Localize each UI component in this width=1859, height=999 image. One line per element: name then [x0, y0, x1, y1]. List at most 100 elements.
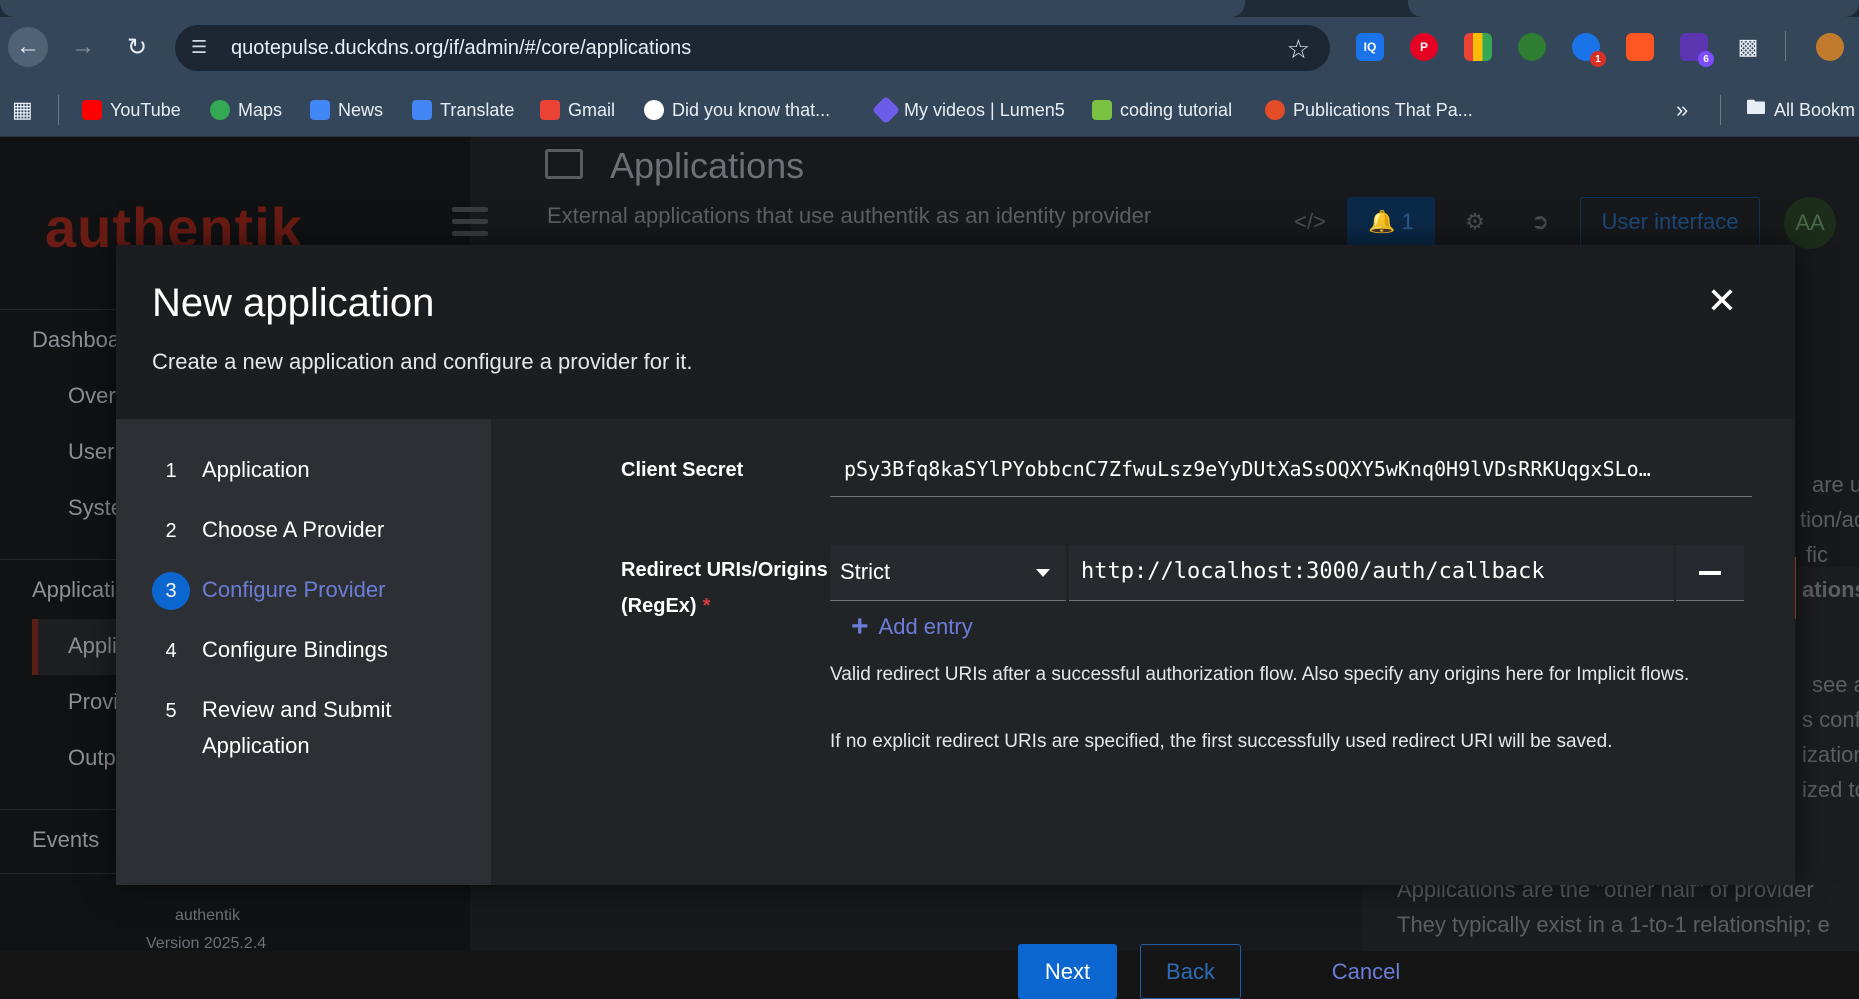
remove-entry-button[interactable]: [1676, 545, 1744, 601]
page-description: External applications that use authentik…: [547, 203, 1152, 228]
purple-extension-icon[interactable]: 6: [1680, 33, 1714, 67]
sidebar-active-indicator: [32, 619, 38, 675]
back-button[interactable]: ←: [8, 27, 48, 67]
regex-label: (RegEx): [621, 595, 697, 617]
bookmark-news[interactable]: News: [310, 97, 383, 123]
bookmark-label: Publications That Pa...: [1293, 99, 1473, 120]
step-choose-provider[interactable]: 2 Choose A Provider: [152, 512, 384, 550]
back-button[interactable]: Back: [1140, 944, 1241, 999]
all-bookmarks[interactable]: 🖿 All Bookm: [1746, 97, 1855, 123]
bookmark-coding-tutorial[interactable]: coding tutorial: [1092, 97, 1232, 123]
bell-icon: 🔔: [1368, 209, 1396, 234]
site-settings-icon[interactable]: ☰: [191, 37, 213, 59]
info-card-text: tion/ac: [1800, 507, 1859, 532]
step-number: 4: [165, 639, 177, 662]
color-extension-icon[interactable]: [1464, 33, 1492, 61]
step-number: 1: [165, 459, 177, 482]
redirect-uris-label: Redirect URIs/Origins: [621, 559, 828, 581]
extension-iq-icon[interactable]: IQ: [1356, 33, 1384, 61]
avatar[interactable]: AA: [1784, 197, 1836, 249]
step-review-submit[interactable]: 5 Review and Submit Application: [152, 692, 432, 764]
client-secret-input[interactable]: pSy3Bfq8kaSYlPYobbcnC7ZfwuLsz9eYyDUtXaSs…: [830, 445, 1752, 497]
sign-out-icon[interactable]: ➲: [1520, 197, 1560, 247]
provider-form: Client Secret pSy3Bfq8kaSYlPYobbcnC7Zfwu…: [491, 419, 1795, 999]
plus-icon: +: [851, 610, 869, 643]
close-icon[interactable]: ✕: [1704, 283, 1740, 319]
notifications-button[interactable]: 🔔 1: [1347, 197, 1435, 247]
modal-title: New application: [152, 281, 435, 325]
google-icon: [644, 100, 664, 120]
add-entry-button[interactable]: + Add entry: [851, 609, 973, 645]
notification-count: 1: [1401, 209, 1414, 234]
profile-avatar-icon[interactable]: [1816, 33, 1844, 61]
new-application-modal: New application Create a new application…: [116, 245, 1795, 999]
matching-mode-select[interactable]: Strict: [830, 545, 1066, 601]
bookmark-maps[interactable]: Maps: [210, 97, 282, 123]
bookmark-google[interactable]: Did you know that...: [644, 97, 830, 123]
step-configure-provider[interactable]: 3 Configure Provider: [152, 572, 385, 610]
grammarly-extension-icon[interactable]: 1: [1572, 33, 1606, 67]
bookmark-label: My videos | Lumen5: [904, 99, 1065, 120]
minus-icon: [1699, 570, 1721, 575]
info-card-heading: ations: [1802, 577, 1859, 602]
maps-icon: [210, 100, 230, 120]
next-button[interactable]: Next: [1018, 944, 1117, 999]
redirect-help-text-2: If no explicit redirect URIs are specifi…: [830, 731, 1613, 752]
settings-gear-icon[interactable]: ⚙: [1455, 197, 1495, 247]
translate-icon: [412, 100, 432, 120]
bookmark-translate[interactable]: Translate: [412, 97, 514, 123]
browser-tab[interactable]: [1408, 0, 1859, 17]
step-application[interactable]: 1 Application: [152, 452, 309, 490]
bookmark-publications[interactable]: Publications That Pa...: [1265, 97, 1473, 123]
api-browser-icon[interactable]: </>: [1290, 197, 1330, 247]
robot-extension-icon[interactable]: [1518, 33, 1546, 61]
page-title: Applications: [610, 145, 805, 186]
step-number: 3: [152, 572, 190, 610]
pinterest-extension-icon[interactable]: P: [1410, 33, 1438, 61]
news-icon: [310, 100, 330, 120]
step-number: 5: [165, 699, 177, 722]
url-text: quotepulse.duckdns.org/if/admin/#/core/a…: [231, 37, 692, 59]
bookmark-label: YouTube: [110, 99, 181, 120]
address-bar[interactable]: ☰ quotepulse.duckdns.org/if/admin/#/core…: [175, 25, 1330, 71]
fox-extension-icon[interactable]: [1626, 33, 1654, 61]
step-label: Configure Provider: [202, 577, 386, 602]
reload-button[interactable]: ↻: [117, 27, 157, 67]
step-label: Configure Bindings: [202, 637, 388, 662]
modal-subtitle: Create a new application and configure a…: [152, 349, 693, 374]
forward-button[interactable]: →: [63, 27, 103, 67]
extensions-puzzle-icon[interactable]: ▩: [1734, 33, 1762, 61]
step-configure-bindings[interactable]: 4 Configure Bindings: [152, 632, 388, 670]
footer-brand: authentik: [175, 907, 240, 924]
redirect-uri-input[interactable]: http://localhost:3000/auth/callback: [1069, 545, 1674, 601]
step-label: Choose A Provider: [202, 517, 385, 542]
folder-icon: 🖿: [1746, 97, 1766, 119]
apps-grid-icon[interactable]: ▦: [12, 97, 33, 123]
cancel-button[interactable]: Cancel: [1311, 944, 1421, 999]
add-entry-label: Add entry: [878, 614, 973, 639]
user-interface-button[interactable]: User interface: [1580, 197, 1760, 247]
footer-version: Version 2025.2.4: [146, 935, 267, 951]
youtube-icon: [82, 100, 102, 120]
bookmark-label: Maps: [238, 99, 283, 120]
bookmark-label: Gmail: [568, 99, 616, 120]
info-card-text: fic: [1806, 542, 1828, 567]
bookmarks-divider: [58, 95, 59, 125]
bookmark-lumen5[interactable]: My videos | Lumen5: [871, 95, 1065, 125]
bookmark-youtube[interactable]: YouTube: [82, 97, 181, 123]
more-bookmarks-chevron-icon[interactable]: »: [1676, 97, 1688, 123]
wizard-steps: 1 Application 2 Choose A Provider 3 Conf…: [116, 419, 491, 885]
bookmark-star-icon[interactable]: ☆: [1287, 34, 1310, 65]
info-card-text: see a l: [1812, 672, 1859, 697]
gmail-icon: [540, 100, 560, 120]
sidebar-section-events[interactable]: Events: [32, 827, 99, 853]
modal-header: New application Create a new application…: [116, 245, 1795, 419]
bookmark-gmail[interactable]: Gmail: [540, 97, 615, 123]
coding-tutorial-icon: [1092, 100, 1112, 120]
browser-toolbar: ← → ↻ ☰ quotepulse.duckdns.org/if/admin/…: [0, 17, 1859, 83]
active-tab[interactable]: [0, 0, 1245, 17]
step-number: 2: [165, 519, 177, 542]
info-card-text: They typically exist in a 1-to-1 relatio…: [1397, 912, 1830, 937]
lumen5-icon: [871, 95, 901, 125]
redirect-uris-label-regex: (RegEx) *: [621, 595, 710, 618]
